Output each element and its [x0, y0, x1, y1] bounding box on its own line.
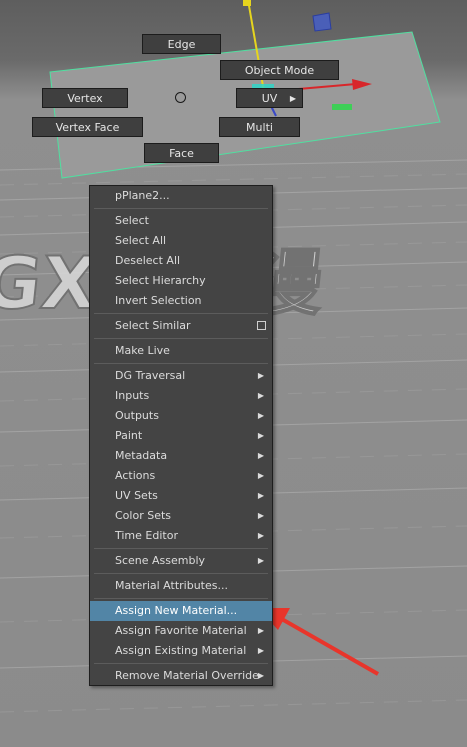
menu-item-uv-sets[interactable]: UV Sets ▶	[90, 486, 272, 506]
context-menu: pPlane2... Select Select All Deselect Al…	[89, 185, 273, 686]
marking-menu-multi[interactable]: Multi	[219, 117, 300, 137]
menu-item-dg-traversal[interactable]: DG Traversal ▶	[90, 366, 272, 386]
multi-label: Multi	[246, 121, 273, 134]
menu-separator	[94, 338, 268, 339]
face-label: Face	[169, 147, 194, 160]
menu-item-label: Deselect All	[115, 254, 181, 267]
menu-item-label: Material Attributes...	[115, 579, 228, 592]
edge-label: Edge	[167, 38, 196, 51]
menu-item-assign-favorite-material[interactable]: Assign Favorite Material ▶	[90, 621, 272, 641]
vertex-face-label: Vertex Face	[55, 121, 120, 134]
option-box-icon[interactable]	[257, 321, 266, 330]
menu-item-time-editor[interactable]: Time Editor ▶	[90, 526, 272, 546]
menu-item-label: Remove Material Override	[115, 669, 259, 682]
menu-item-select-all[interactable]: Select All	[90, 231, 272, 251]
menu-item-select[interactable]: Select	[90, 211, 272, 231]
submenu-arrow-icon: ▶	[257, 511, 264, 520]
menu-item-label: Inputs	[115, 389, 150, 402]
submenu-arrow-icon: ▶	[257, 371, 264, 380]
marking-menu-uv[interactable]: UV ▶	[236, 88, 303, 108]
menu-separator	[94, 663, 268, 664]
menu-item-label: Metadata	[115, 449, 168, 462]
menu-separator	[94, 208, 268, 209]
submenu-arrow-icon: ▶	[257, 531, 264, 540]
maya-viewport[interactable]: GXIX动漫 Edge Object Mode Vertex UV▶ Verte…	[0, 0, 467, 747]
submenu-arrow-icon: ▶	[257, 411, 264, 420]
red-arrow-annotation	[258, 608, 379, 676]
menu-item-select-similar[interactable]: Select Similar	[90, 316, 272, 336]
menu-item-deselect-all[interactable]: Deselect All	[90, 251, 272, 271]
menu-header-label: pPlane2...	[115, 189, 170, 202]
marking-menu-vertex-face[interactable]: Vertex Face	[32, 117, 143, 137]
menu-item-make-live[interactable]: Make Live	[90, 341, 272, 361]
menu-item-label: Make Live	[115, 344, 170, 357]
menu-item-label: Assign Favorite Material	[115, 624, 247, 637]
submenu-arrow-icon: ▶	[257, 671, 264, 680]
menu-item-color-sets[interactable]: Color Sets ▶	[90, 506, 272, 526]
menu-item-assign-existing-material[interactable]: Assign Existing Material ▶	[90, 641, 272, 661]
menu-item-label: Color Sets	[115, 509, 172, 522]
submenu-arrow-icon: ▶	[257, 491, 264, 500]
marking-menu-center-icon	[175, 92, 186, 103]
menu-item-label: DG Traversal	[115, 369, 186, 382]
menu-item-scene-assembly[interactable]: Scene Assembly ▶	[90, 551, 272, 571]
menu-item-label: Select Hierarchy	[115, 274, 206, 287]
menu-item-label: UV Sets	[115, 489, 158, 502]
menu-item-metadata[interactable]: Metadata ▶	[90, 446, 272, 466]
submenu-arrow-icon: ▶	[257, 451, 264, 460]
menu-item-material-attributes[interactable]: Material Attributes...	[90, 576, 272, 596]
menu-item-label: Actions	[115, 469, 156, 482]
menu-header-object[interactable]: pPlane2...	[90, 186, 272, 206]
menu-item-label: Time Editor	[115, 529, 178, 542]
z-plane-handle[interactable]	[312, 12, 332, 32]
vertex-label: Vertex	[67, 92, 103, 105]
menu-item-assign-new-material[interactable]: Assign New Material...	[90, 601, 272, 621]
menu-separator	[94, 313, 268, 314]
menu-item-label: Assign Existing Material	[115, 644, 247, 657]
submenu-arrow-icon: ▶	[257, 431, 264, 440]
menu-item-inputs[interactable]: Inputs ▶	[90, 386, 272, 406]
marking-menu-edge[interactable]: Edge	[142, 34, 221, 54]
menu-separator	[94, 598, 268, 599]
menu-item-label: Outputs	[115, 409, 159, 422]
menu-separator	[94, 548, 268, 549]
menu-item-label: Scene Assembly	[115, 554, 206, 567]
menu-item-label: Select All	[115, 234, 167, 247]
marking-menu-vertex[interactable]: Vertex	[42, 88, 128, 108]
uv-label: UV	[261, 92, 278, 105]
submenu-arrow-icon: ▶	[257, 471, 264, 480]
menu-item-actions[interactable]: Actions ▶	[90, 466, 272, 486]
menu-item-label: Assign New Material...	[115, 604, 238, 617]
menu-item-outputs[interactable]: Outputs ▶	[90, 406, 272, 426]
menu-item-remove-material-override[interactable]: Remove Material Override ▶	[90, 666, 272, 686]
menu-item-paint[interactable]: Paint ▶	[90, 426, 272, 446]
submenu-arrow-icon: ▶	[257, 391, 264, 400]
menu-separator	[94, 363, 268, 364]
marking-menu-face[interactable]: Face	[144, 143, 219, 163]
submenu-arrow-icon: ▶	[257, 556, 264, 565]
menu-item-label: Select	[115, 214, 149, 227]
submenu-arrow-icon: ▶	[289, 94, 296, 103]
submenu-arrow-icon: ▶	[257, 626, 264, 635]
y-axis-tip[interactable]	[243, 0, 251, 6]
menu-separator	[94, 573, 268, 574]
menu-item-label: Select Similar	[115, 319, 191, 332]
xz-plane-handle[interactable]	[332, 104, 352, 110]
object-mode-label: Object Mode	[244, 64, 315, 77]
menu-item-label: Paint	[115, 429, 143, 442]
menu-item-invert-selection[interactable]: Invert Selection	[90, 291, 272, 311]
marking-menu-object-mode[interactable]: Object Mode	[220, 60, 339, 80]
menu-item-select-hierarchy[interactable]: Select Hierarchy	[90, 271, 272, 291]
submenu-arrow-icon: ▶	[257, 646, 264, 655]
menu-item-label: Invert Selection	[115, 294, 202, 307]
